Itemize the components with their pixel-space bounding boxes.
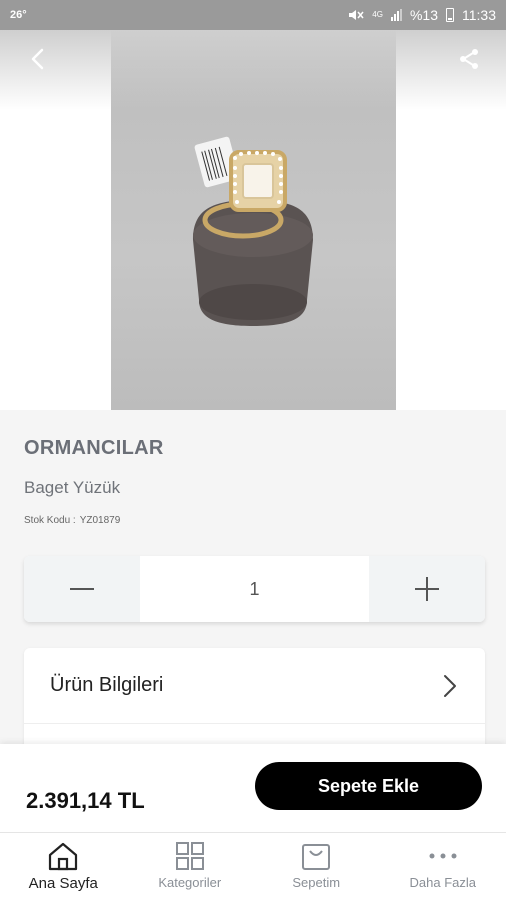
more-icon — [429, 853, 457, 859]
nav-label-cart: Sepetim — [292, 875, 341, 890]
share-icon — [460, 49, 478, 69]
chevron-right-icon — [444, 674, 456, 697]
nav-item-cart[interactable]: Sepetim — [253, 833, 380, 900]
network-type-text: 4G — [372, 10, 383, 19]
battery-percent-text: %13 — [409, 7, 438, 23]
nav-label-categories: Kategoriler — [158, 875, 222, 890]
product-info-row[interactable]: Ürün Bilgileri — [24, 648, 485, 724]
product-name: Baget Yüzük — [24, 478, 121, 497]
brand-name: ORMANCILAR — [24, 437, 164, 459]
decrease-quantity-button[interactable] — [24, 556, 140, 622]
add-to-cart-button[interactable]: Sepete Ekle — [255, 762, 482, 810]
price-text: 2.391,14 TL — [26, 788, 145, 813]
increase-quantity-button[interactable] — [369, 556, 485, 622]
plus-icon — [415, 577, 439, 601]
temperature-text: 26° — [10, 9, 27, 21]
grid-icon — [175, 842, 204, 870]
mute-icon — [348, 8, 364, 22]
product-image-area — [0, 30, 506, 410]
stock-code-value: YZ01879 — [79, 515, 121, 526]
share-button[interactable] — [454, 44, 484, 74]
purchase-bar: 2.391,14 TL Sepete Ekle — [0, 744, 506, 832]
status-bar: 26° 4G %13 11:33 — [0, 0, 506, 30]
product-info-label: Ürün Bilgileri — [50, 674, 164, 696]
back-button[interactable] — [22, 44, 52, 74]
stock-code: Stok Kodu : YZ01879 — [24, 515, 120, 526]
home-icon — [49, 842, 78, 871]
quantity-stepper: 1 — [24, 556, 485, 622]
signal-icon — [390, 9, 402, 21]
battery-icon — [446, 8, 454, 22]
nav-item-more[interactable]: Daha Fazla — [380, 833, 506, 900]
stock-code-label: Stok Kodu : — [24, 515, 76, 526]
nav-item-categories[interactable]: Kategoriler — [127, 833, 254, 900]
nav-item-home[interactable]: Ana Sayfa — [0, 833, 127, 900]
nav-label-more: Daha Fazla — [409, 875, 476, 890]
quantity-value[interactable]: 1 — [140, 556, 369, 622]
nav-label-home: Ana Sayfa — [28, 875, 98, 892]
chevron-left-icon — [31, 48, 44, 70]
minus-icon — [70, 588, 94, 590]
clock-text: 11:33 — [462, 7, 496, 23]
cart-icon — [302, 844, 331, 870]
bottom-navigation: Ana Sayfa Kategoriler Sepetim Daha Fazla — [0, 832, 506, 900]
